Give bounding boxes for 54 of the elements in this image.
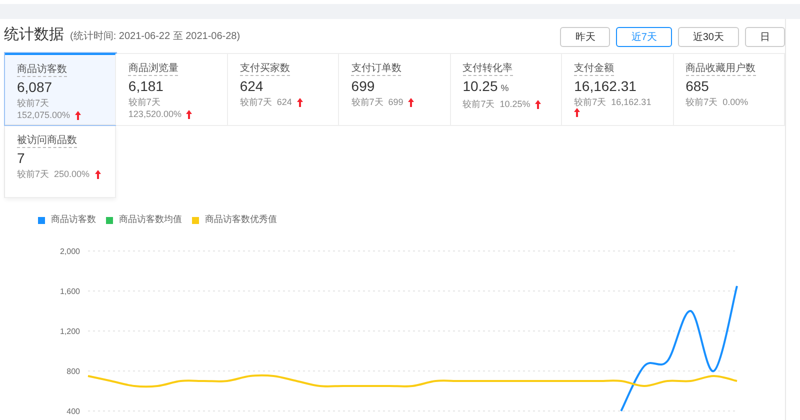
stat-value: 7	[17, 150, 25, 167]
stat-label: 支付买家数	[240, 63, 290, 76]
stat-label: 支付转化率	[462, 63, 513, 76]
stat-label: 商品浏览量	[128, 63, 178, 76]
y-axis-label: 1,600	[60, 287, 80, 296]
compare-value: 250.00%	[54, 168, 90, 180]
compare-value: 152,075.00%	[17, 109, 70, 121]
stat-card[interactable]: 支付买家数 624 较前7天 624	[228, 54, 340, 126]
compare-value: 624	[276, 96, 292, 108]
y-axis-label: 800	[66, 367, 80, 376]
compare-label: 较前7天	[574, 96, 606, 108]
compare-label: 较前7天	[128, 96, 160, 108]
compare-label: 较前7天	[686, 96, 718, 108]
stat-card[interactable]: 商品收藏用户数 685 较前7天 0.00%	[674, 54, 785, 126]
stat-label: 商品访客数	[17, 64, 67, 77]
stat-value: 699	[351, 78, 375, 95]
stat-card[interactable]: 支付订单数 699 较前7天 699	[339, 54, 451, 126]
legend-label[interactable]: 商品访客数优秀值	[205, 213, 277, 227]
section-title: 统计数据	[4, 24, 64, 45]
compare-label: 较前7天	[240, 96, 272, 108]
time-range-note: (统计时间: 2021-06-22 至 2021-06-28)	[70, 30, 240, 44]
range-button[interactable]: 近30天	[678, 27, 739, 47]
stat-value: 10.25	[462, 78, 498, 95]
compare-label: 较前7天	[17, 168, 50, 180]
stat-card[interactable]: 商品浏览量 6,181 较前7天 123,520.00%	[116, 54, 228, 126]
compare-value: 16,162.31	[611, 96, 652, 108]
compare-value: 10.25%	[500, 98, 530, 110]
stat-value: 6,181	[128, 78, 164, 95]
stat-card[interactable]: 支付转化率 10.25 % 较前7天 10.25%	[450, 54, 562, 126]
compare-value: 0.00%	[722, 96, 748, 108]
stat-label: 商品收藏用户数	[686, 63, 756, 76]
stat-value: 685	[686, 78, 709, 95]
stat-unit: %	[500, 82, 509, 95]
compare-label: 较前7天	[17, 97, 50, 109]
range-button[interactable]: 昨天	[560, 27, 610, 47]
stat-label: 被访问商品数	[17, 135, 77, 148]
stat-value: 6,087	[17, 79, 52, 96]
compare-value: 699	[388, 96, 404, 108]
y-axis-label: 1,200	[60, 327, 80, 336]
stat-value: 16,162.31	[574, 78, 636, 95]
y-axis-label: 400	[66, 407, 80, 416]
stat-label: 支付金额	[574, 63, 614, 76]
legend-label[interactable]: 商品访客数	[51, 213, 96, 227]
stat-card[interactable]: 商品访客数 6,087 较前7天 152,075.00%	[5, 53, 116, 125]
y-axis-label: 2,000	[60, 247, 80, 256]
compare-label: 较前7天	[462, 98, 495, 110]
stat-value: 624	[240, 78, 264, 95]
stat-card[interactable]: 被访问商品数 7 较前7天 250.00%	[5, 126, 116, 198]
stat-label: 支付订单数	[351, 63, 402, 76]
legend-label[interactable]: 商品访客数均值	[119, 213, 182, 227]
stat-card[interactable]: 支付金额 16,162.31 较前7天 16,162.31	[562, 54, 674, 126]
compare-value: 123,520.00%	[128, 108, 182, 120]
range-button[interactable]: 日	[745, 27, 785, 47]
compare-label: 较前7天	[351, 96, 384, 108]
